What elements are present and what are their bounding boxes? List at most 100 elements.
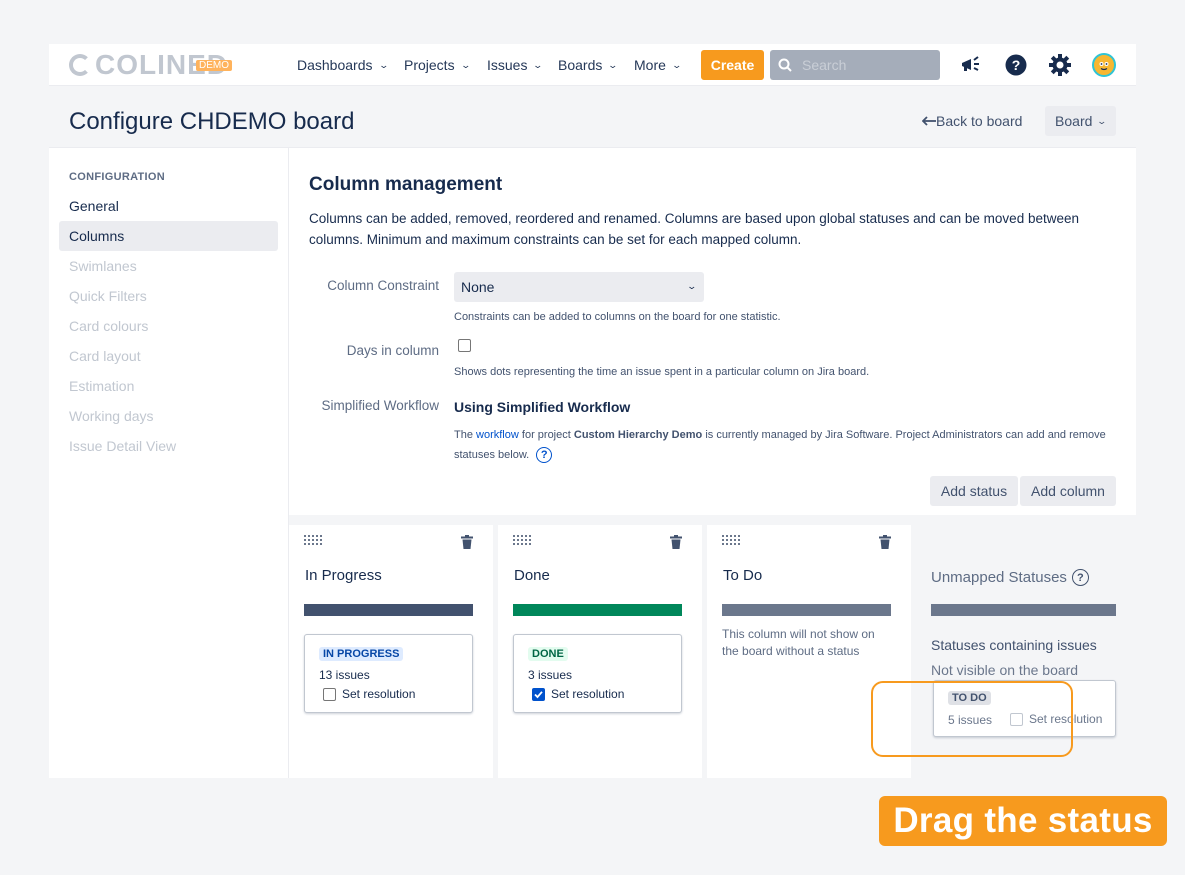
column-color-bar <box>513 604 682 616</box>
top-navigation: COLINED DEMO Dashboards ⌄ Projects ⌄ Issue… <box>49 44 1136 86</box>
nav-more[interactable]: More ⌄ <box>634 44 682 86</box>
logo-mark-icon <box>69 54 91 76</box>
add-status-button[interactable]: Add status <box>930 476 1018 506</box>
sidebar-item-working-days: Working days <box>69 408 154 424</box>
board-column[interactable]: To Do This column will not show on the b… <box>707 525 911 778</box>
trash-icon[interactable] <box>670 535 682 549</box>
column-title[interactable]: In Progress <box>305 567 382 584</box>
logo-badge: DEMO <box>196 60 232 71</box>
column-title[interactable]: To Do <box>723 567 762 584</box>
set-resolution-option: Set resolution <box>1010 712 1102 726</box>
simplified-workflow-value: Using Simplified Workflow <box>454 399 631 415</box>
workflow-help-pre: The <box>454 429 473 441</box>
drag-handle-icon[interactable] <box>513 535 531 545</box>
chevron-down-icon: ⌄ <box>1096 115 1108 126</box>
workflow-link[interactable]: workflow <box>476 429 519 441</box>
issue-count: 5 issues <box>948 713 993 727</box>
app-window: COLINED DEMO Dashboards ⌄ Projects ⌄ Issue… <box>49 44 1136 778</box>
sidebar-item-columns[interactable]: Columns <box>59 221 278 251</box>
sidebar-item-swimlanes: Swimlanes <box>69 258 137 274</box>
set-resolution-option[interactable]: Set resolution <box>323 687 415 701</box>
set-resolution-option[interactable]: Set resolution <box>532 687 624 701</box>
sidebar-heading: CONFIGURATION <box>69 171 165 183</box>
nav-label: More <box>634 57 666 73</box>
nav-label: Projects <box>404 57 455 73</box>
search-box[interactable] <box>770 50 940 80</box>
board-column[interactable]: Done DONE 3 issues Set resolution <box>498 525 702 778</box>
chevron-down-icon: ⌄ <box>532 59 544 70</box>
status-card[interactable]: DONE 3 issues Set resolution <box>513 634 682 713</box>
status-lozenge: DONE <box>528 647 568 661</box>
board-column[interactable]: In Progress IN PROGRESS 13 issues Set re… <box>289 525 493 778</box>
question-circle-icon[interactable]: ? <box>536 447 553 464</box>
column-title[interactable]: Done <box>514 567 550 584</box>
megaphone-icon[interactable] <box>959 53 983 77</box>
sidebar-item-card-colours: Card colours <box>69 318 149 334</box>
column-constraint-label: Column Constraint <box>327 278 439 293</box>
trash-icon[interactable] <box>879 535 891 549</box>
unmapped-statuses-column: Unmapped Statuses ? Statuses containing … <box>911 525 1136 778</box>
sidebar-item-quick-filters: Quick Filters <box>69 288 147 304</box>
create-button[interactable]: Create <box>701 50 764 80</box>
set-resolution-checkbox[interactable] <box>323 687 336 701</box>
user-avatar-icon <box>1092 53 1116 77</box>
unmapped-statuses-label: Unmapped Statuses <box>931 569 1067 586</box>
avatar[interactable] <box>1092 53 1116 77</box>
section-title: Column management <box>309 174 503 195</box>
set-resolution-checkbox[interactable] <box>532 687 545 701</box>
drag-handle-icon[interactable] <box>722 535 740 545</box>
set-resolution-label: Set resolution <box>551 687 625 701</box>
configuration-sidebar: CONFIGURATION General Columns Swimlanes … <box>49 148 289 778</box>
nav-projects[interactable]: Projects ⌄ <box>404 44 471 86</box>
page-title: Configure CHDEMO board <box>69 108 355 135</box>
trash-icon[interactable] <box>461 535 473 549</box>
sidebar-item-estimation: Estimation <box>69 378 135 394</box>
column-constraint-select[interactable]: None ⌄ <box>454 272 704 302</box>
unmapped-statuses-title: Unmapped Statuses ? <box>931 569 1089 586</box>
nav-boards[interactable]: Boards ⌄ <box>558 44 619 86</box>
chevron-down-icon: ⌄ <box>686 281 698 291</box>
column-constraint-value: None <box>461 279 495 295</box>
sidebar-item-general[interactable]: General <box>59 191 278 221</box>
simplified-workflow-label: Simplified Workflow <box>321 398 439 413</box>
workflow-project-name: Custom Hierarchy Demo <box>573 429 703 441</box>
nav-issues[interactable]: Issues ⌄ <box>487 44 544 86</box>
question-circle-icon[interactable]: ? <box>1071 569 1089 586</box>
unmapped-subtitle: Statuses containing issues <box>931 637 1097 653</box>
chevron-down-icon: ⌄ <box>377 59 389 70</box>
status-lozenge: TO DO <box>948 691 991 705</box>
workflow-help-mid: for project <box>521 429 571 441</box>
drag-handle-icon[interactable] <box>304 535 322 545</box>
status-lozenge: IN PROGRESS <box>319 647 404 661</box>
search-input[interactable] <box>802 57 922 73</box>
back-to-board-link[interactable]: Back to board <box>922 113 1022 129</box>
days-in-column-help: Shows dots representing the time an issu… <box>454 366 870 378</box>
page-header: Configure CHDEMO board Back to board Boa… <box>49 86 1136 148</box>
sidebar-item-issue-detail-view: Issue Detail View <box>69 438 177 454</box>
nav-dashboards[interactable]: Dashboards ⌄ <box>297 44 389 86</box>
column-color-bar <box>304 604 473 616</box>
chevron-down-icon: ⌄ <box>607 59 619 70</box>
instruction-banner: Drag the status <box>879 796 1167 846</box>
issue-count: 3 issues <box>528 668 573 682</box>
column-color-bar <box>722 604 891 616</box>
unmapped-status-card[interactable]: TO DO 5 issues Set resolution <box>933 680 1116 737</box>
search-icon <box>778 58 792 72</box>
status-card[interactable]: IN PROGRESS 13 issues Set resolution <box>304 634 473 713</box>
main-content: Column management Columns can be added, … <box>289 148 1136 778</box>
board-dropdown-button[interactable]: Board ⌄ <box>1045 106 1116 136</box>
columns-board: In Progress IN PROGRESS 13 issues Set re… <box>289 515 1136 778</box>
issue-count: 13 issues <box>319 668 370 682</box>
set-resolution-checkbox <box>1010 712 1023 726</box>
gear-icon[interactable] <box>1048 53 1072 77</box>
chevron-down-icon: ⌄ <box>671 59 682 70</box>
days-in-column-checkbox[interactable] <box>458 339 471 352</box>
nav-label: Boards <box>558 57 603 73</box>
back-to-board-label: Back to board <box>936 113 1023 129</box>
section-description: Columns can be added, removed, reordered… <box>309 211 1079 247</box>
board-button-label: Board <box>1055 113 1093 129</box>
svg-text:?: ? <box>1012 57 1021 73</box>
help-icon[interactable]: ? <box>1004 53 1028 77</box>
add-column-button[interactable]: Add column <box>1020 476 1116 506</box>
chevron-down-icon: ⌄ <box>460 59 471 70</box>
